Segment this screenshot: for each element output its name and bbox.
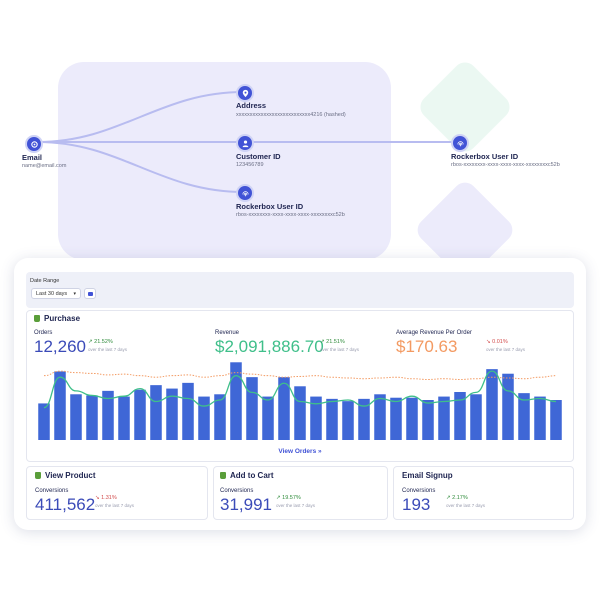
email-signup-delta: ↗ 2.17% [446, 495, 468, 501]
shopify-icon [35, 472, 41, 479]
orders-bar [438, 396, 450, 440]
calendar-icon [88, 292, 93, 296]
orders-bar [374, 394, 386, 440]
revenue-value: $2,091,886.70 [215, 337, 324, 356]
email-signup-value: 193 [402, 495, 431, 514]
email-value: name@email.com [22, 163, 67, 169]
email-node-icon [25, 135, 43, 153]
orders-delta-value: 21.52% [94, 339, 113, 345]
revenue-delta-value: 21.51% [326, 339, 345, 345]
orders-bar [534, 396, 546, 440]
chevron-down-icon: ▾ [73, 291, 76, 297]
orders-bar [198, 396, 210, 440]
orders-bar [294, 386, 306, 440]
email-signup-title: Email Signup [402, 471, 453, 480]
orders-bar [230, 362, 242, 440]
aov-label: Average Revenue Per Order [396, 330, 472, 336]
orders-label: Orders [34, 330, 53, 336]
purchase-chart [38, 362, 562, 440]
view-product-delta-value: 1.31% [101, 495, 117, 501]
email-signup-label: Conversions [402, 488, 436, 494]
orders-bar [38, 403, 50, 440]
orders-value: 12,260 [34, 337, 86, 356]
revenue-delta-note: over the last 7 days [320, 347, 360, 352]
orders-bar [150, 385, 162, 440]
email-signup-delta-value: 2.17% [452, 495, 468, 501]
location-pin-icon [236, 84, 254, 102]
add-to-cart-card: Add to Cart Conversions 31,991 ↗ 19.57% … [213, 466, 388, 520]
view-orders-link[interactable]: View Orders » [14, 448, 586, 455]
revenue-delta: ↗ 21.51% [320, 339, 345, 345]
customer-id-value: 123456789 [236, 162, 264, 168]
orders-delta: ↗ 21.52% [88, 339, 113, 345]
email-signup-note: over the last 7 days [446, 503, 486, 508]
aov-line [43, 370, 557, 380]
email-label: Email [22, 153, 43, 162]
filter-bar [26, 272, 574, 308]
add-to-cart-note: over the last 7 days [276, 503, 316, 508]
orders-bar [342, 401, 354, 440]
orders-bar [502, 373, 514, 440]
rockerbox-id-label-right: Rockerbox User ID [451, 152, 519, 161]
orders-bar [470, 394, 482, 440]
orders-bar [86, 395, 98, 440]
add-to-cart-delta-value: 19.57% [282, 495, 301, 501]
fingerprint-icon [451, 134, 469, 152]
orders-bar [246, 377, 258, 440]
rockerbox-id-value-middle: rbos-xxxxxxxx-xxxx-xxxx-xxxx-xxxxxxxxc52… [236, 212, 345, 218]
orders-bar [550, 400, 562, 440]
orders-bar [406, 397, 418, 440]
customer-id-label: Customer ID [236, 152, 281, 161]
calendar-button[interactable] [84, 288, 96, 299]
revenue-label: Revenue [215, 330, 240, 336]
orders-bar [70, 394, 82, 440]
aov-value: $170.63 [396, 337, 458, 356]
shopify-icon [220, 472, 226, 479]
orders-bar [390, 397, 402, 440]
orders-bar [262, 396, 274, 440]
orders-bar [326, 398, 338, 440]
fingerprint-icon [236, 184, 254, 202]
orders-bar [182, 382, 194, 440]
aov-delta-note: over the last 7 days [486, 347, 526, 352]
view-product-card: View Product Conversions 411,562 ↘ 1.31%… [26, 466, 208, 520]
purchase-title: Purchase [44, 314, 81, 323]
user-icon [236, 134, 254, 152]
email-signup-card: Email Signup Conversions 193 ↗ 2.17% ove… [393, 466, 574, 520]
rockerbox-id-label-middle: Rockerbox User ID [236, 202, 304, 211]
view-product-value: 411,562 [35, 495, 96, 514]
address-label: Address [236, 101, 267, 110]
view-product-delta: ↘ 1.31% [95, 495, 117, 501]
add-to-cart-value: 31,991 [220, 495, 272, 514]
address-value: xxxxxxxxxxxxxxxxxxxxxxxxxxx4216 (hashed) [236, 112, 346, 118]
orders-bar [486, 369, 498, 440]
dashboard-card: Date Range Last 30 days ▾ Purchase Order… [14, 258, 586, 530]
shopify-icon [34, 315, 40, 322]
date-range-value: Last 30 days [36, 291, 68, 297]
date-range-label: Date Range [30, 278, 60, 284]
add-to-cart-label: Conversions [220, 488, 254, 494]
rockerbox-id-value-right: rbos-xxxxxxxx-xxxx-xxxx-xxxx-xxxxxxxxc52… [451, 162, 560, 168]
orders-bar [118, 396, 130, 440]
add-to-cart-title: Add to Cart [230, 471, 274, 480]
view-product-title: View Product [45, 471, 96, 480]
date-range-select[interactable]: Last 30 days ▾ [31, 288, 81, 299]
add-to-cart-delta: ↗ 19.57% [276, 495, 301, 501]
orders-bar [422, 400, 434, 440]
view-product-label: Conversions [35, 488, 69, 494]
orders-bar [134, 389, 146, 440]
view-product-note: over the last 7 days [95, 503, 135, 508]
aov-delta-value: 0.01% [492, 339, 508, 345]
aov-delta: ↘ 0.01% [486, 339, 508, 345]
orders-delta-note: over the last 7 days [88, 347, 128, 352]
